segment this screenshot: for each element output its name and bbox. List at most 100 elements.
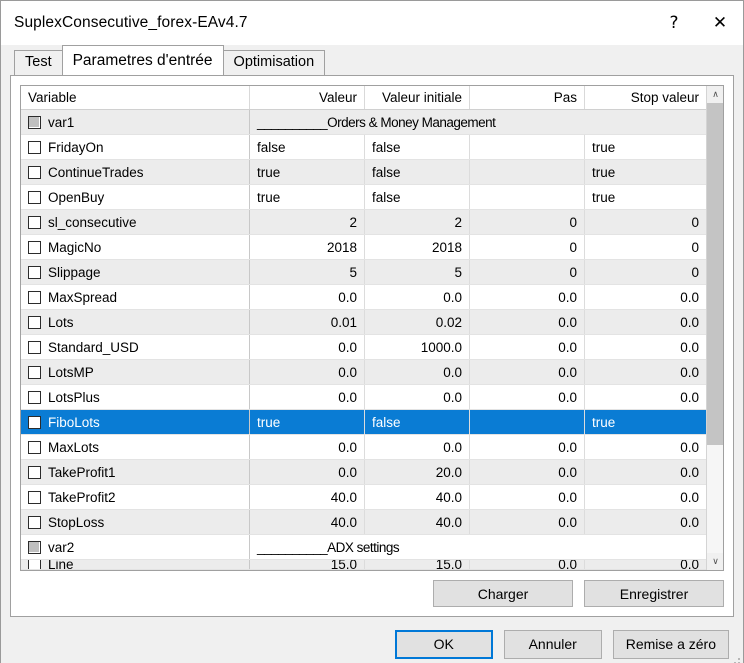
row-checkbox[interactable] (28, 466, 41, 479)
cell-value[interactable]: 40.0 (250, 485, 365, 509)
row-checkbox[interactable] (28, 391, 41, 404)
cell-stop[interactable]: true (585, 410, 706, 434)
column-header-variable[interactable]: Variable (21, 86, 250, 109)
cell-step[interactable]: 0.0 (470, 460, 585, 484)
cell-value[interactable]: 40.0 (250, 510, 365, 534)
cell-step[interactable]: 0.0 (470, 510, 585, 534)
cell-step[interactable] (470, 160, 585, 184)
remise-a-zero-button[interactable]: Remise a zéro (613, 630, 729, 659)
cell-value[interactable]: 5 (250, 260, 365, 284)
scrollbar-thumb[interactable] (707, 103, 724, 445)
row-checkbox[interactable] (28, 341, 41, 354)
table-row[interactable]: TakeProfit240.040.00.00.0 (21, 485, 706, 510)
row-checkbox[interactable] (28, 316, 41, 329)
table-row[interactable]: var1__________Orders & Money Management (21, 110, 706, 135)
cell-step[interactable]: 0.0 (470, 360, 585, 384)
cell-initial[interactable]: false (365, 135, 470, 159)
table-row[interactable]: MaxLots0.00.00.00.0 (21, 435, 706, 460)
cell-stop[interactable]: 0.0 (585, 310, 706, 334)
cell-initial[interactable]: 2018 (365, 235, 470, 259)
table-row[interactable]: FiboLotstruefalsetrue (21, 410, 706, 435)
cell-stop[interactable]: 0.0 (585, 560, 706, 569)
cell-initial[interactable]: 20.0 (365, 460, 470, 484)
row-checkbox[interactable] (28, 216, 41, 229)
table-row[interactable]: TakeProfit10.020.00.00.0 (21, 460, 706, 485)
table-row[interactable]: Standard_USD0.01000.00.00.0 (21, 335, 706, 360)
table-row[interactable]: var2__________ADX settings (21, 535, 706, 560)
cell-value[interactable]: 0.0 (250, 285, 365, 309)
column-header-valeur-initiale[interactable]: Valeur initiale (365, 86, 470, 109)
cell-stop[interactable]: 0.0 (585, 385, 706, 409)
cell-step[interactable]: 0 (470, 235, 585, 259)
cell-initial[interactable]: 40.0 (365, 485, 470, 509)
cell-value[interactable]: 2 (250, 210, 365, 234)
annuler-button[interactable]: Annuler (504, 630, 602, 659)
column-header-stop-valeur[interactable]: Stop valeur (585, 86, 706, 109)
row-checkbox[interactable] (28, 141, 41, 154)
row-checkbox[interactable] (28, 516, 41, 529)
row-checkbox[interactable] (28, 166, 41, 179)
cell-value[interactable]: true (250, 410, 365, 434)
cell-step[interactable]: 0.0 (470, 385, 585, 409)
cell-initial[interactable]: 0.0 (365, 360, 470, 384)
table-row[interactable]: Line15.015.00.00.0 (21, 560, 706, 570)
cell-step[interactable]: 0.0 (470, 560, 585, 569)
table-row[interactable]: OpenBuytruefalsetrue (21, 185, 706, 210)
cell-value[interactable]: 0.0 (250, 435, 365, 459)
row-checkbox[interactable] (28, 191, 41, 204)
table-row[interactable]: MaxSpread0.00.00.00.0 (21, 285, 706, 310)
scrollbar-track[interactable] (707, 103, 723, 553)
cell-initial[interactable]: 2 (365, 210, 470, 234)
row-checkbox[interactable] (28, 541, 41, 554)
table-row[interactable]: sl_consecutive2200 (21, 210, 706, 235)
charger-button[interactable]: Charger (433, 580, 573, 607)
cell-step[interactable]: 0.0 (470, 310, 585, 334)
help-button[interactable]: ? (651, 1, 697, 45)
cell-value[interactable]: 0.01 (250, 310, 365, 334)
row-checkbox[interactable] (28, 560, 41, 569)
cell-stop[interactable]: true (585, 135, 706, 159)
cell-step[interactable]: 0.0 (470, 435, 585, 459)
cell-step[interactable] (470, 410, 585, 434)
cell-value[interactable]: true (250, 160, 365, 184)
cell-initial[interactable]: 1000.0 (365, 335, 470, 359)
cell-stop[interactable]: 0.0 (585, 335, 706, 359)
cell-stop[interactable]: 0.0 (585, 435, 706, 459)
tab-optimisation[interactable]: Optimisation (223, 50, 326, 75)
table-row[interactable]: FridayOnfalsefalsetrue (21, 135, 706, 160)
cell-step[interactable]: 0 (470, 210, 585, 234)
cell-step[interactable]: 0.0 (470, 485, 585, 509)
cell-stop[interactable]: 0 (585, 260, 706, 284)
table-row[interactable]: Slippage5500 (21, 260, 706, 285)
close-button[interactable]: ✕ (697, 1, 743, 45)
cell-stop[interactable]: 0.0 (585, 460, 706, 484)
ok-button[interactable]: OK (395, 630, 493, 659)
row-checkbox[interactable] (28, 291, 41, 304)
cell-stop[interactable]: true (585, 185, 706, 209)
table-row[interactable]: Lots0.010.020.00.0 (21, 310, 706, 335)
cell-stop[interactable]: 0.0 (585, 485, 706, 509)
cell-value[interactable]: 0.0 (250, 360, 365, 384)
table-row[interactable]: LotsPlus0.00.00.00.0 (21, 385, 706, 410)
cell-initial[interactable]: false (365, 185, 470, 209)
cell-value[interactable]: true (250, 185, 365, 209)
cell-value[interactable]: 15.0 (250, 560, 365, 569)
cell-stop[interactable]: 0.0 (585, 285, 706, 309)
cell-value[interactable]: false (250, 135, 365, 159)
cell-initial[interactable]: 15.0 (365, 560, 470, 569)
grid-vertical-scrollbar[interactable]: ∧ ∨ (706, 86, 723, 570)
cell-initial[interactable]: 0.0 (365, 435, 470, 459)
cell-initial[interactable]: 0.0 (365, 385, 470, 409)
row-checkbox[interactable] (28, 441, 41, 454)
cell-step[interactable]: 0.0 (470, 335, 585, 359)
cell-stop[interactable]: true (585, 160, 706, 184)
table-row[interactable]: StopLoss40.040.00.00.0 (21, 510, 706, 535)
resize-grip[interactable] (728, 656, 740, 663)
tab-parametres-dentree[interactable]: Parametres d'entrée (62, 45, 224, 75)
row-checkbox[interactable] (28, 116, 41, 129)
enregistrer-button[interactable]: Enregistrer (584, 580, 724, 607)
scroll-down-button[interactable]: ∨ (707, 553, 724, 570)
table-row[interactable]: ContinueTradestruefalsetrue (21, 160, 706, 185)
cell-initial[interactable]: false (365, 160, 470, 184)
cell-initial[interactable]: false (365, 410, 470, 434)
